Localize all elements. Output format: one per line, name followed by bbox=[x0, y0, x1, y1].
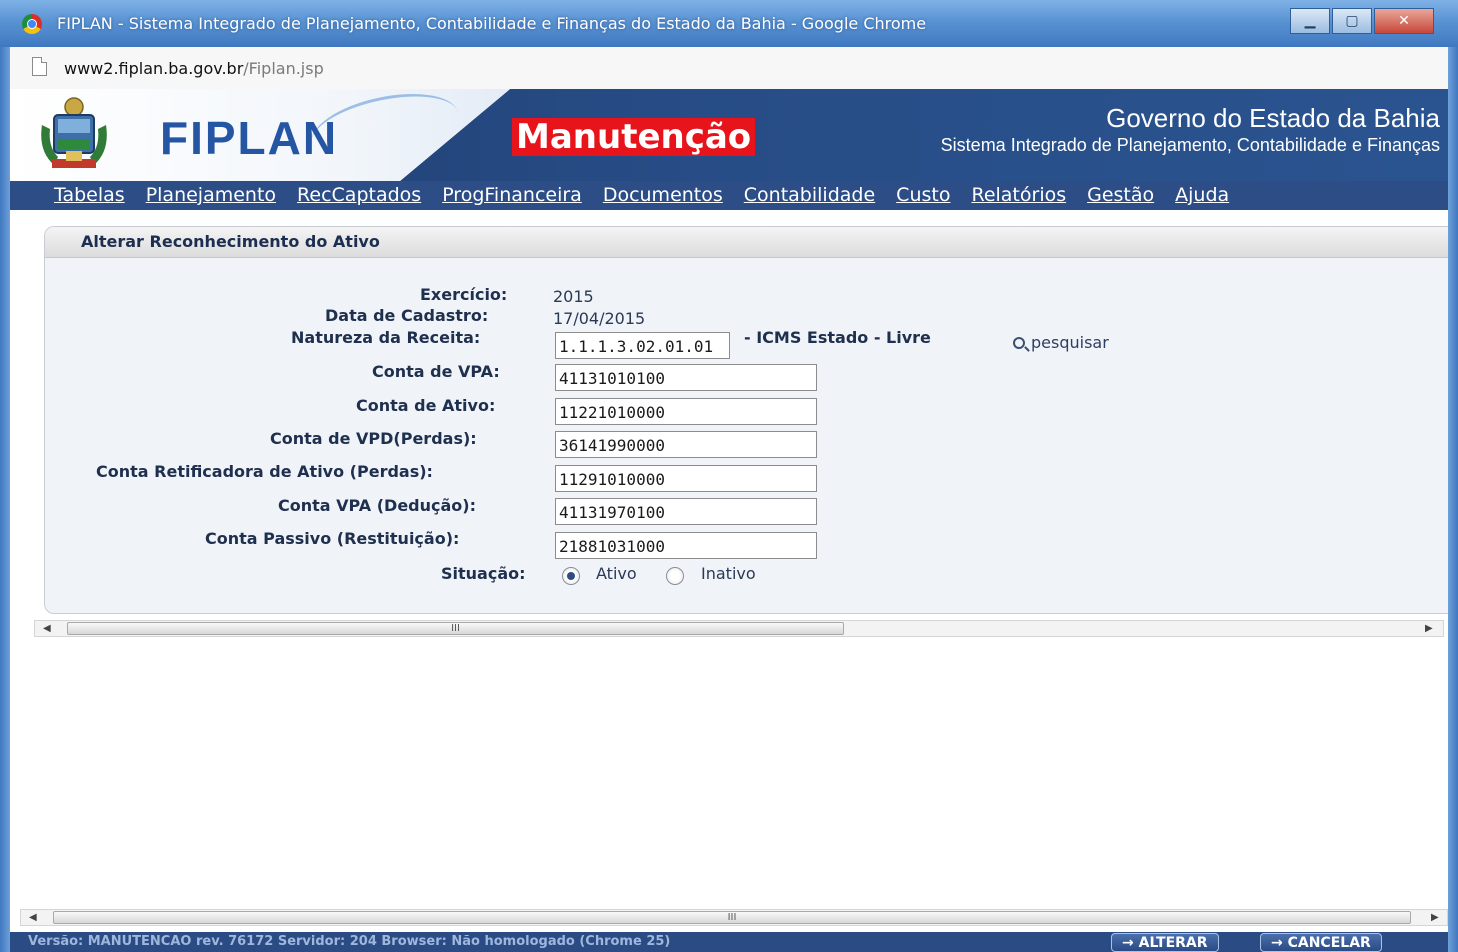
window-left-border bbox=[0, 47, 10, 952]
bahia-crest-icon bbox=[41, 97, 107, 168]
magnifier-icon bbox=[1013, 336, 1025, 349]
minimize-button[interactable]: ▁ bbox=[1290, 8, 1330, 34]
window-title: FIPLAN - Sistema Integrado de Planejamen… bbox=[57, 14, 927, 33]
natureza-label: Natureza da Receita: bbox=[291, 328, 481, 347]
government-title: Governo do Estado da Bahia bbox=[1106, 103, 1440, 133]
scroll-thumb[interactable]: III bbox=[67, 622, 844, 635]
url-text[interactable]: www2.fiplan.ba.gov.br/Fiplan.jsp bbox=[64, 59, 324, 78]
retificadora-input[interactable]: 11291010000 bbox=[555, 465, 817, 492]
search-link-label: pesquisar bbox=[1031, 333, 1109, 352]
page-horizontal-scrollbar[interactable]: ◀ III ▶ bbox=[20, 909, 1448, 926]
address-bar[interactable]: www2.fiplan.ba.gov.br/Fiplan.jsp bbox=[10, 47, 1448, 90]
menu-contabilidade[interactable]: Contabilidade bbox=[744, 184, 875, 206]
situacao-ativo-radio[interactable] bbox=[562, 567, 580, 585]
page-header: FIPLAN Manutenção Governo do Estado da B… bbox=[10, 89, 1448, 181]
deducao-input[interactable]: 41131970100 bbox=[555, 498, 817, 525]
exercicio-value: 2015 bbox=[553, 287, 594, 306]
retificadora-label: Conta Retificadora de Ativo (Perdas): bbox=[96, 462, 433, 481]
natureza-description: - ICMS Estado - Livre bbox=[744, 328, 931, 347]
situacao-ativo-label: Ativo bbox=[596, 564, 637, 583]
menu-gestao[interactable]: Gestão bbox=[1087, 184, 1154, 206]
page-scroll-thumb[interactable]: III bbox=[53, 911, 1411, 924]
ativo-label: Conta de Ativo: bbox=[356, 396, 496, 415]
data-cadastro-label: Data de Cadastro: bbox=[325, 306, 489, 325]
status-footer: Versão: MANUTENCAO rev. 76172 Servidor: … bbox=[10, 932, 1448, 952]
url-domain: www2.fiplan.ba.gov.br bbox=[64, 59, 244, 78]
vpd-input[interactable]: 36141990000 bbox=[555, 431, 817, 458]
page-icon bbox=[32, 57, 47, 76]
chrome-logo-icon bbox=[22, 14, 42, 34]
search-link[interactable]: pesquisar bbox=[1013, 333, 1109, 352]
page-scroll-right-arrow-icon[interactable]: ▶ bbox=[1431, 912, 1439, 923]
natureza-input[interactable]: 1.1.1.3.02.01.01 bbox=[555, 332, 730, 359]
fiplan-logo: FIPLAN bbox=[160, 112, 339, 164]
vpa-input[interactable]: 41131010100 bbox=[555, 364, 817, 391]
menu-ajuda[interactable]: Ajuda bbox=[1175, 184, 1229, 206]
form-title: Alterar Reconhecimento do Ativo bbox=[81, 232, 380, 251]
close-button[interactable]: ✕ bbox=[1374, 8, 1434, 34]
menu-documentos[interactable]: Documentos bbox=[603, 184, 723, 206]
scroll-left-arrow-icon[interactable]: ◀ bbox=[43, 623, 51, 634]
exercicio-label: Exercício: bbox=[420, 285, 508, 304]
data-cadastro-value: 17/04/2015 bbox=[553, 309, 646, 328]
window-right-border bbox=[1448, 47, 1458, 952]
menu-reccaptados[interactable]: RecCaptados bbox=[297, 184, 421, 206]
environment-badge: Manutenção bbox=[512, 118, 756, 156]
url-path: /Fiplan.jsp bbox=[243, 59, 324, 78]
situacao-label: Situação: bbox=[441, 564, 526, 583]
passivo-label: Conta Passivo (Restituição): bbox=[205, 529, 460, 548]
menu-custo[interactable]: Custo bbox=[896, 184, 950, 206]
inner-horizontal-scrollbar[interactable]: ◀ III ▶ bbox=[34, 620, 1444, 637]
system-subtitle: Sistema Integrado de Planejamento, Conta… bbox=[940, 135, 1440, 155]
maximize-button[interactable]: ▢ bbox=[1332, 8, 1372, 34]
vpa-label: Conta de VPA: bbox=[372, 362, 500, 381]
vpd-label: Conta de VPD(Perdas): bbox=[270, 429, 477, 448]
passivo-input[interactable]: 21881031000 bbox=[555, 532, 817, 559]
menu-progfinanceira[interactable]: ProgFinanceira bbox=[442, 184, 582, 206]
menu-relatorios[interactable]: Relatórios bbox=[971, 184, 1066, 206]
ativo-input[interactable]: 11221010000 bbox=[555, 398, 817, 425]
deducao-label: Conta VPA (Dedução): bbox=[278, 496, 477, 515]
cancelar-button[interactable]: → CANCELAR bbox=[1260, 933, 1382, 952]
situacao-inativo-label: Inativo bbox=[701, 564, 756, 583]
menu-tabelas[interactable]: Tabelas bbox=[54, 184, 125, 206]
version-status: Versão: MANUTENCAO rev. 76172 Servidor: … bbox=[28, 934, 671, 949]
page-scroll-left-arrow-icon[interactable]: ◀ bbox=[29, 912, 37, 923]
window-titlebar: FIPLAN - Sistema Integrado de Planejamen… bbox=[0, 0, 1458, 48]
close-icon: ✕ bbox=[1398, 13, 1410, 29]
maximize-icon: ▢ bbox=[1345, 13, 1359, 29]
scroll-right-arrow-icon[interactable]: ▶ bbox=[1425, 623, 1433, 634]
main-menu: Tabelas Planejamento RecCaptados ProgFin… bbox=[10, 181, 1448, 210]
minimize-icon: ▁ bbox=[1304, 13, 1316, 29]
alterar-button[interactable]: → ALTERAR bbox=[1111, 933, 1219, 952]
situacao-inativo-radio[interactable] bbox=[666, 567, 684, 585]
menu-planejamento[interactable]: Planejamento bbox=[146, 184, 276, 206]
